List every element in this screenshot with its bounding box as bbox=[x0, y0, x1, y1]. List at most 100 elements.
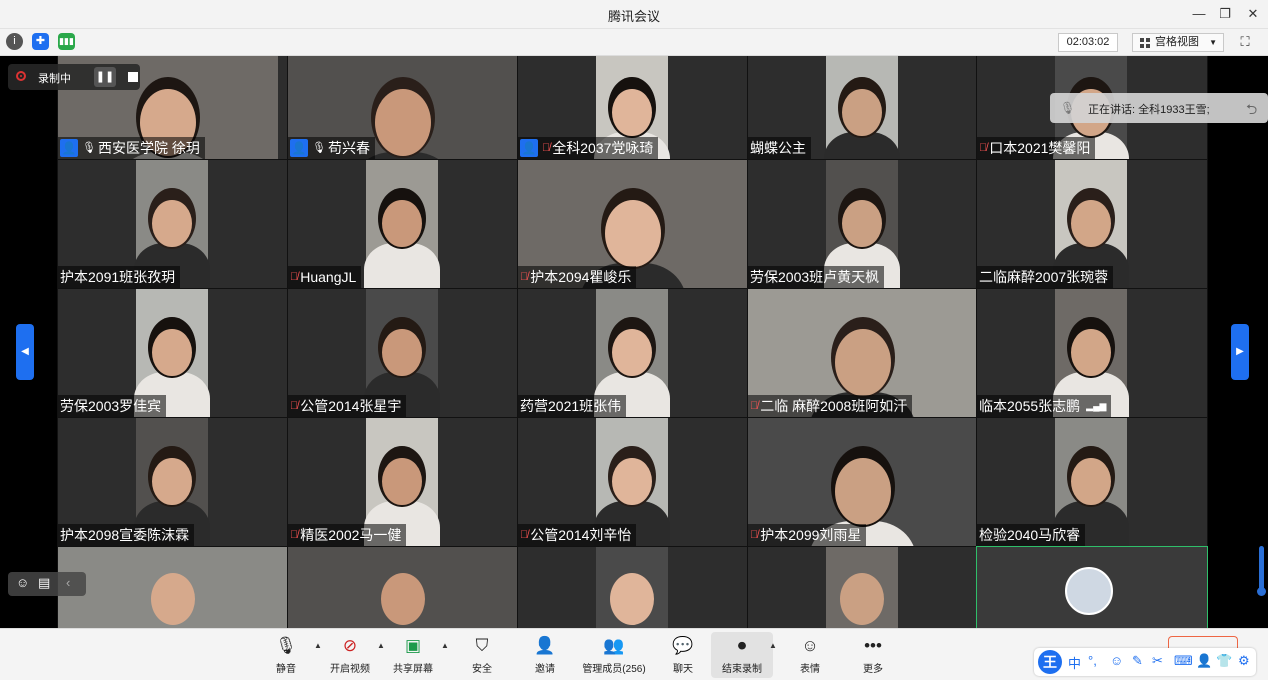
participant-name-label: 蝴蝶公主 bbox=[748, 137, 811, 159]
mic-muted-icon: 🎙̸ bbox=[542, 142, 551, 154]
user-icon[interactable]: 👤 bbox=[1196, 653, 1212, 669]
skin-icon[interactable]: 👕 bbox=[1216, 653, 1232, 669]
chat-button[interactable]: 💬 聊天 bbox=[652, 632, 714, 678]
participant-tile[interactable]: 检验2040马欣睿 bbox=[976, 417, 1208, 547]
ime-emoji-icon[interactable]: ☺ bbox=[1110, 653, 1123, 668]
network-signal-icon[interactable]: ▮▮▮ bbox=[58, 33, 75, 50]
participant-tile[interactable]: 劳保2003班卢黄天枫 bbox=[747, 159, 978, 289]
video-feed bbox=[364, 160, 440, 288]
share-screen-button[interactable]: ▣ 共享屏幕 bbox=[382, 632, 444, 678]
video-off-icon: ⊘ bbox=[342, 636, 358, 655]
participant-tile[interactable]: 🎙̸ 公管2014张星宇 bbox=[287, 288, 519, 418]
participant-face bbox=[612, 88, 652, 137]
minimize-icon[interactable]: — bbox=[1188, 3, 1210, 25]
participant-tile[interactable]: 临本2055张志鹏 ▂▄▆ bbox=[976, 288, 1208, 418]
participant-name: 公管2014张星宇 bbox=[300, 398, 402, 414]
participant-tile[interactable]: 护本2091班张孜玥 bbox=[57, 159, 289, 289]
scissors-icon[interactable]: ✂ bbox=[1152, 653, 1163, 669]
participant-tile[interactable] bbox=[57, 546, 289, 628]
record-options-caret[interactable]: ▲ bbox=[769, 641, 777, 650]
participant-name-label: 🎙̸ 公管2014张星宇 bbox=[288, 395, 407, 417]
emoji-icon: ☺ bbox=[801, 636, 819, 655]
participant-tile[interactable]: 护本2098宣委陈沫霖 bbox=[57, 417, 289, 547]
manage-members-button[interactable]: 👥 管理成员(256) bbox=[578, 632, 650, 678]
participant-tile[interactable]: 🎙̸ 精医2002马一健 bbox=[287, 417, 519, 547]
emoji-icon[interactable]: ☺ bbox=[16, 575, 29, 590]
participant-face bbox=[610, 573, 654, 625]
stop-recording-button[interactable] bbox=[122, 67, 144, 87]
video-label: 开启视频 bbox=[330, 664, 370, 675]
participant-tile[interactable]: 🎙̸ HuangJL bbox=[287, 159, 519, 289]
restore-icon[interactable]: ❐ bbox=[1214, 3, 1236, 25]
collapse-left-icon[interactable]: ‹ bbox=[66, 575, 70, 590]
punctuation-icon[interactable]: °, bbox=[1088, 653, 1097, 668]
participant-tile[interactable] bbox=[517, 546, 749, 628]
keyboard-icon[interactable]: ⌨ bbox=[1174, 653, 1193, 669]
window-title: 腾讯会议 bbox=[607, 9, 660, 24]
shield-icon: ⛉ bbox=[475, 636, 489, 655]
invite-button[interactable]: 👤 邀请 bbox=[514, 632, 576, 678]
participant-name: 二临 麻醉2008班阿如汗 bbox=[760, 398, 908, 414]
start-video-button[interactable]: ⊘ 开启视频 bbox=[319, 632, 381, 678]
participant-tile[interactable] bbox=[747, 546, 978, 628]
participant-name-label: 🎙̸ 护本2094瞿峻乐 bbox=[518, 266, 637, 288]
prev-page-button[interactable]: ◀ bbox=[16, 324, 34, 380]
security-label: 安全 bbox=[472, 664, 492, 675]
participant-tile[interactable]: 🎙̸ 二临 麻醉2008班阿如汗 bbox=[747, 288, 978, 418]
recording-label: 录制中 bbox=[38, 73, 71, 85]
reaction-button[interactable]: ☺ 表情 bbox=[779, 632, 841, 678]
participant-face bbox=[381, 573, 425, 625]
view-mode-select[interactable]: 宫格视图 ▼ bbox=[1132, 33, 1224, 52]
participant-tile[interactable]: 药营2021班张伟 bbox=[517, 288, 749, 418]
security-button[interactable]: ⛉ 安全 bbox=[451, 632, 513, 678]
participant-name: 临本2055张志鹏 bbox=[979, 398, 1081, 414]
chat-bubble-icon[interactable]: ▤ bbox=[38, 575, 50, 591]
pause-recording-button[interactable]: ❚❚ bbox=[94, 67, 116, 87]
host-badge-icon: 👤 bbox=[520, 139, 538, 157]
participant-name-label: 护本2091班张孜玥 bbox=[58, 266, 181, 288]
participant-face bbox=[1071, 457, 1111, 506]
participant-name: 护本2099刘雨星 bbox=[760, 527, 862, 543]
ime-lang-toggle[interactable]: 中 bbox=[1068, 653, 1081, 672]
info-icon[interactable]: i bbox=[6, 33, 23, 50]
volume-slider[interactable] bbox=[1257, 546, 1266, 596]
more-icon: ••• bbox=[864, 636, 882, 655]
shield-icon[interactable]: ✚ bbox=[32, 33, 49, 50]
share-options-caret[interactable]: ▲ bbox=[441, 641, 449, 650]
participant-tile[interactable]: 劳保2003罗佳宾 bbox=[57, 288, 289, 418]
participant-tile[interactable]: 🎙̸ 公管2014刘辛怡 bbox=[517, 417, 749, 547]
add-user-icon: 👤 bbox=[534, 636, 556, 655]
settings-gear-icon[interactable]: ⚙ bbox=[1238, 653, 1250, 669]
participant-face bbox=[152, 457, 192, 506]
participant-name: 全科2037党咏琦 bbox=[552, 140, 654, 156]
participant-name: 蝴蝶公主 bbox=[750, 140, 806, 156]
participant-tile[interactable]: 🎙̸ 护本2099刘雨星 bbox=[747, 417, 978, 547]
more-label: 更多 bbox=[863, 664, 883, 675]
participant-face bbox=[605, 199, 661, 268]
mute-button[interactable]: 🎙 静音 bbox=[255, 632, 317, 678]
next-page-button[interactable]: ▶ bbox=[1231, 324, 1249, 380]
speaking-indicator: 🎙 正在讲话: 全科1933王雪; ⮌ bbox=[1050, 93, 1268, 123]
participant-tile[interactable] bbox=[287, 546, 519, 628]
participant-tile[interactable]: 二临麻醉2007张琬蓉 bbox=[976, 159, 1208, 289]
close-icon[interactable]: ✕ bbox=[1242, 3, 1264, 25]
ime-logo-icon[interactable]: 王 bbox=[1038, 650, 1062, 674]
participant-face bbox=[842, 199, 882, 248]
participant-tile[interactable]: 👤 🎙̸ 全科2037党咏琦 bbox=[517, 56, 749, 160]
participant-name: HuangJL bbox=[300, 269, 357, 285]
participant-tile[interactable]: 🎙̸ 护本2094瞿峻乐 bbox=[517, 159, 749, 289]
fullscreen-icon[interactable]: ⛶ bbox=[1236, 33, 1254, 51]
more-button[interactable]: ••• 更多 bbox=[842, 632, 904, 678]
participant-tile[interactable]: 👤 🎙 苟兴春 bbox=[287, 56, 519, 160]
video-feed bbox=[58, 547, 288, 628]
participant-tile[interactable]: 蝴蝶公主 bbox=[747, 56, 978, 160]
members-icon: 👥 bbox=[603, 636, 625, 655]
avatar bbox=[1065, 567, 1113, 615]
participant-name-label: 👤 🎙 西安医学院 徐玥 bbox=[58, 137, 205, 159]
participant-face bbox=[382, 457, 422, 506]
participant-tile[interactable] bbox=[976, 546, 1208, 628]
view-mode-label: 宫格视图 bbox=[1155, 36, 1199, 48]
pen-icon[interactable]: ✎ bbox=[1132, 653, 1143, 669]
collapse-arrow-icon[interactable]: ⮌ bbox=[1246, 99, 1257, 123]
stop-recording-button[interactable]: ⏺ 结束录制 bbox=[711, 632, 773, 678]
